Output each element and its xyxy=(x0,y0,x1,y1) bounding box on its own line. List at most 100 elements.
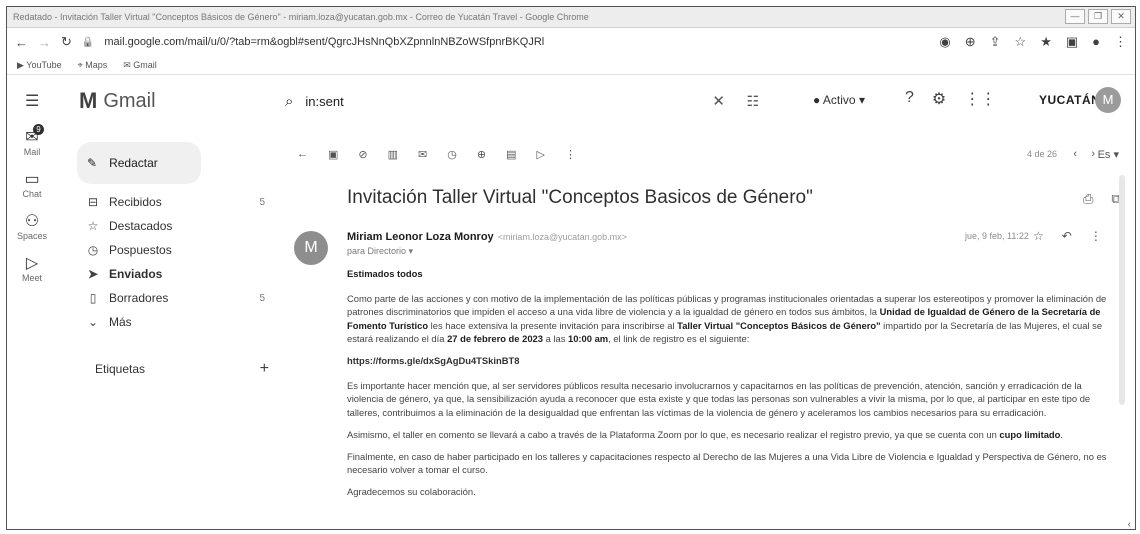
back-icon[interactable]: ← xyxy=(15,35,28,50)
rail-label: Mail xyxy=(23,147,41,157)
settings-gear-icon[interactable]: ⚙ xyxy=(932,89,946,109)
text-run: a las xyxy=(542,332,568,344)
bookmark-gmail[interactable]: ✉ Gmail xyxy=(123,60,157,71)
archive-icon[interactable]: ▣ xyxy=(328,148,338,161)
reply-icon[interactable]: ↶ xyxy=(1062,229,1072,243)
org-brand: YUCATÁN xyxy=(1039,93,1101,107)
report-spam-icon[interactable]: ⊘ xyxy=(358,148,367,161)
search-icon[interactable]: ⌕ xyxy=(285,93,293,110)
body-paragraph-2: Es importante hacer mención que, al ser … xyxy=(347,380,1091,418)
bookmark-maps[interactable]: ⌖ Maps xyxy=(78,60,108,71)
apps-grid-icon[interactable]: ⋮⋮ xyxy=(964,89,996,109)
language-selector[interactable]: Es ▾ xyxy=(1098,148,1119,161)
gmail-logo[interactable]: M Gmail xyxy=(79,88,156,114)
rail-item-mail[interactable]: ✉ 9 Mail xyxy=(7,124,57,169)
sidebar-item-count: 5 xyxy=(259,196,265,208)
rail-item-spaces[interactable]: ⚇ Spaces xyxy=(7,211,57,253)
registration-link[interactable]: https://forms.gle/dxSgAgDu4TSkinBT8 xyxy=(347,354,1117,367)
recipient-line[interactable]: para Directorio ▾ xyxy=(347,246,413,257)
more-actions-icon[interactable]: ⋮ xyxy=(565,148,576,161)
bookmark-label: Maps xyxy=(85,59,108,70)
message-actions: ☆ ↶ ⋮ xyxy=(1033,229,1102,243)
trash-icon[interactable]: ▥ xyxy=(388,148,398,161)
labels-section: Etiquetas + xyxy=(77,360,287,378)
gmail-header: ☰ M Gmail ⌕ in:sent ✕ ☷ ● Activo ▾ ? ⚙ ⋮… xyxy=(7,75,1135,127)
address-bar: ← → ↻ 🔒 mail.google.com/mail/u/0/?tab=rm… xyxy=(7,28,1135,56)
move-to-icon[interactable]: ▤ xyxy=(506,148,516,161)
next-page-icon[interactable]: › xyxy=(1091,148,1095,160)
account-avatar[interactable]: M xyxy=(1095,87,1121,113)
message-more-icon[interactable]: ⋮ xyxy=(1090,229,1102,243)
label-icon[interactable]: ▷ xyxy=(536,148,544,161)
sidebar-item-label: Borradores xyxy=(109,291,169,305)
rail-label: Meet xyxy=(21,273,42,283)
url-field[interactable]: mail.google.com/mail/u/0/?tab=rm&ogbl#se… xyxy=(104,36,929,48)
subject-actions: ⎙ ⧉ xyxy=(1083,191,1121,207)
snooze-icon[interactable]: ◷ xyxy=(447,148,457,161)
sidebar-item-sent[interactable]: ➤ Enviados xyxy=(77,262,287,286)
sidebar-item-inbox[interactable]: ⊟ Recibidos 5 xyxy=(77,190,287,214)
text-run: les hace extensiva la presente invitació… xyxy=(428,319,678,331)
header-icons: ? ⚙ ⋮⋮ xyxy=(905,89,996,109)
search-input[interactable]: in:sent xyxy=(305,94,343,109)
rail-label: Spaces xyxy=(16,231,48,241)
inbox-icon: ⊟ xyxy=(87,195,99,209)
sender-name[interactable]: Miriam Leonor Loza Monroy xyxy=(347,231,494,243)
mark-unread-icon[interactable]: ✉ xyxy=(418,148,427,161)
zoom-icon[interactable]: ⊕ xyxy=(965,34,976,50)
sidebar-item-drafts[interactable]: ▯ Borradores 5 xyxy=(77,286,287,310)
help-icon[interactable]: ? xyxy=(905,89,914,109)
add-label-icon[interactable]: + xyxy=(260,360,269,378)
rail-item-meet[interactable]: ▷ Meet xyxy=(7,253,57,295)
sidebar-item-snoozed[interactable]: ◷ Pospuestos xyxy=(77,238,287,262)
print-icon[interactable]: ⎙ xyxy=(1083,191,1093,207)
restore-button[interactable]: ❐ xyxy=(1088,9,1108,24)
share-icon[interactable]: ⇪ xyxy=(990,34,1001,50)
rail-item-chat[interactable]: ▭ Chat xyxy=(7,169,57,211)
search-options-icon[interactable]: ☷ xyxy=(746,93,759,110)
sidebar-item-label: Pospuestos xyxy=(109,243,172,257)
status-selector[interactable]: ● Activo ▾ xyxy=(813,93,865,107)
back-arrow-icon[interactable]: ← xyxy=(297,148,308,160)
minimize-button[interactable]: — xyxy=(1065,9,1085,24)
bookmark-star-icon[interactable]: ☆ xyxy=(1015,34,1027,50)
sidebar-item-label: Más xyxy=(109,315,132,329)
gmail-m-icon: M xyxy=(79,88,98,113)
scrollbar[interactable] xyxy=(1119,175,1125,405)
sidebar-item-count: 5 xyxy=(259,292,265,304)
extensions-icon[interactable]: ★ xyxy=(1040,34,1052,50)
side-panel-toggle-icon[interactable]: ‹ xyxy=(1128,519,1131,529)
compose-button[interactable]: ✎ Redactar xyxy=(77,142,201,184)
sender-avatar[interactable]: M xyxy=(294,231,328,265)
sidebar-item-more[interactable]: ⌄ Más xyxy=(77,310,287,334)
clear-search-icon[interactable]: ✕ xyxy=(712,92,725,110)
star-message-icon[interactable]: ☆ xyxy=(1033,229,1044,243)
forward-icon[interactable]: → xyxy=(38,35,51,50)
pencil-icon: ✎ xyxy=(87,156,98,170)
title-bar: Redatado - Invitación Taller Virtual "Co… xyxy=(7,7,1135,28)
search-bar[interactable]: ⌕ in:sent ✕ ☷ xyxy=(281,85,761,117)
body-paragraph-3: Asimismo, el taller en comento se llevar… xyxy=(347,428,1117,441)
clock-icon: ◷ xyxy=(87,243,99,257)
menu-dots-icon[interactable]: ⋮ xyxy=(1114,34,1127,50)
sidepanel-icon[interactable]: ▣ xyxy=(1066,34,1078,50)
prev-page-icon[interactable]: ‹ xyxy=(1073,148,1077,160)
left-rail: ✉ 9 Mail ▭ Chat ⚇ Spaces ▷ Meet xyxy=(7,124,57,295)
text-run: . xyxy=(1060,428,1063,440)
window-controls: — ❐ ✕ xyxy=(1065,9,1131,24)
bold-run: Taller Virtual "Conceptos Básicos de Gén… xyxy=(677,319,881,331)
star-icon: ☆ xyxy=(87,219,99,233)
email-body: Estimados todos Como parte de las accion… xyxy=(347,267,1117,508)
email-date: jue, 9 feb, 11:22 xyxy=(965,231,1029,241)
add-task-icon[interactable]: ⊕ xyxy=(477,148,486,161)
location-icon[interactable]: ◉ xyxy=(939,34,950,50)
bookmark-youtube[interactable]: ▶ YouTube xyxy=(17,60,62,71)
profile-icon[interactable]: ● xyxy=(1092,34,1100,50)
body-paragraph-5: Agradecemos su colaboración. xyxy=(347,486,476,498)
sidebar-item-label: Destacados xyxy=(109,219,173,233)
sidebar-item-starred[interactable]: ☆ Destacados xyxy=(77,214,287,238)
close-window-button[interactable]: ✕ xyxy=(1111,9,1131,24)
main-menu-icon[interactable]: ☰ xyxy=(25,91,45,111)
reload-icon[interactable]: ↻ xyxy=(61,34,72,50)
sidebar-item-label: Recibidos xyxy=(109,195,162,209)
